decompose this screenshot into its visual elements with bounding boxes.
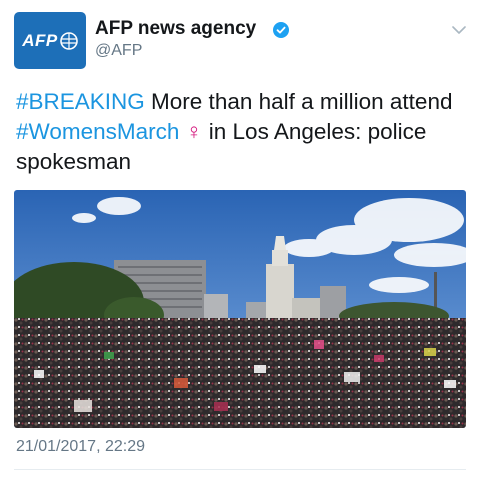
tweet-timestamp[interactable]: 21/01/2017, 22:29 [16, 438, 145, 456]
display-name[interactable]: AFP news agency [95, 18, 256, 40]
afp-logo-icon [59, 31, 78, 50]
verified-badge-icon [273, 22, 289, 38]
user-handle[interactable]: @AFP [95, 41, 142, 61]
avatar[interactable]: AFP [14, 12, 86, 69]
divider [14, 469, 466, 470]
chevron-down-icon[interactable] [452, 26, 466, 35]
hashtag-breaking-link[interactable]: #BREAKING [16, 89, 145, 114]
tweet-photo[interactable] [14, 190, 466, 428]
tweet-text: #BREAKING More than half a million atten… [16, 87, 466, 177]
crowd-photo-image [14, 190, 466, 428]
avatar-logo-text: AFP [22, 30, 58, 50]
female-sign-emoji-icon: ♀ [185, 119, 203, 144]
hashtag-womensmarch-link[interactable]: #WomensMarch [16, 119, 179, 144]
tweet-text-part1: More than half a million attend [144, 89, 453, 114]
